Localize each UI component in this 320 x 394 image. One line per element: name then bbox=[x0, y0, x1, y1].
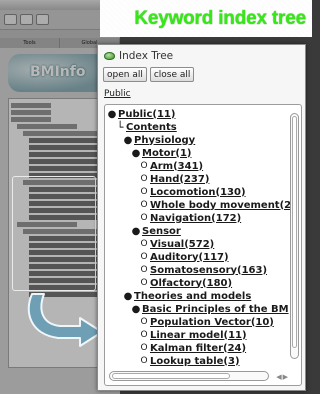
leaf-circle-icon: O bbox=[140, 278, 148, 288]
leaf-circle-icon: O bbox=[140, 252, 148, 262]
tree-node-label[interactable]: Theories and models bbox=[134, 291, 251, 302]
node-bullet-icon: ● bbox=[123, 134, 133, 146]
leaf-circle-icon: O bbox=[140, 356, 148, 366]
panel-header: Index Tree bbox=[98, 45, 305, 67]
tree-node-label[interactable]: Arm(341) bbox=[150, 161, 203, 172]
tree-node-label[interactable]: Physiology bbox=[134, 135, 195, 146]
node-bullet-icon: ● bbox=[131, 225, 141, 237]
forward-icon bbox=[20, 14, 33, 25]
panel-title: Index Tree bbox=[119, 50, 174, 62]
highlight-frame bbox=[12, 176, 96, 291]
reload-icon bbox=[36, 14, 49, 25]
tree-node[interactable]: ● Basic Principles of the BM bbox=[131, 302, 289, 316]
open-all-button[interactable]: open all bbox=[103, 67, 147, 82]
tree-node-label[interactable]: Auditory(117) bbox=[150, 252, 229, 263]
index-tree-panel: Index Tree open all close all Public ● P… bbox=[97, 44, 306, 391]
tree-node[interactable]: ● Theories and models bbox=[123, 289, 252, 303]
leaf-circle-icon: O bbox=[140, 200, 148, 210]
tree-node[interactable]: O Linear model(11) bbox=[139, 328, 247, 342]
banner-title: Keyword index tree bbox=[134, 8, 306, 29]
tree-node[interactable]: O Auditory(117) bbox=[139, 250, 229, 264]
tree-node-label[interactable]: Sensor bbox=[142, 226, 181, 237]
leaf-circle-icon: O bbox=[140, 187, 148, 197]
back-icon bbox=[4, 14, 17, 25]
tree-node[interactable]: O Locomotion(130) bbox=[139, 185, 246, 199]
vertical-scrollbar[interactable] bbox=[290, 113, 299, 359]
node-bullet-icon: ● bbox=[107, 108, 117, 120]
tree-node[interactable]: ● Sensor bbox=[131, 224, 181, 238]
leaf-circle-icon: O bbox=[140, 330, 148, 340]
tree-node[interactable]: O Population Vector(10) bbox=[139, 315, 274, 329]
tree-node[interactable]: O Olfactory(180) bbox=[139, 276, 232, 290]
tree-node[interactable]: O Visual(572) bbox=[139, 237, 214, 251]
tree-node[interactable]: O Kalman filter(24) bbox=[139, 341, 246, 355]
tree-list: ● Public(11) └ Contents ● Physiology ● M… bbox=[105, 105, 301, 367]
tree-node-label[interactable]: Motor(1) bbox=[142, 148, 192, 159]
tree-node[interactable]: O Navigation(172) bbox=[139, 211, 241, 225]
tree-node-label[interactable]: Basic Principles of the BM bbox=[142, 304, 289, 315]
tree-node-label[interactable]: Olfactory(180) bbox=[150, 278, 232, 289]
tree-node[interactable]: O Whole body movement(2 bbox=[139, 198, 291, 212]
leaf-circle-icon: O bbox=[140, 174, 148, 184]
tree-node-label[interactable]: Public(11) bbox=[118, 109, 175, 120]
node-bullet-icon: ● bbox=[131, 303, 141, 315]
tree-node-label[interactable]: Locomotion(130) bbox=[150, 187, 246, 198]
tree-node-label[interactable]: Hand(237) bbox=[150, 174, 209, 185]
tree-node-label[interactable]: Kalman filter(24) bbox=[150, 343, 246, 354]
leaf-circle-icon: O bbox=[140, 317, 148, 327]
tree-node-label[interactable]: Population Vector(10) bbox=[150, 317, 274, 328]
tree-node[interactable]: O Lookup table(3) bbox=[139, 354, 240, 367]
tree-node[interactable]: O Arm(341) bbox=[139, 159, 203, 173]
scroll-arrows-icon[interactable]: ◀▶ bbox=[276, 373, 289, 381]
tree-node-label[interactable]: Navigation(172) bbox=[150, 213, 241, 224]
node-bullet-icon: ● bbox=[123, 290, 133, 302]
tree-branch-icon: └ bbox=[116, 120, 124, 134]
breadcrumb-public[interactable]: Public bbox=[98, 83, 305, 101]
caption-banner: Keyword index tree bbox=[100, 0, 312, 37]
leaf-circle-icon: O bbox=[140, 161, 148, 171]
tree-node[interactable]: ● Physiology bbox=[123, 133, 196, 147]
tree-node[interactable]: └ Contents bbox=[115, 120, 177, 134]
leaf-circle-icon: O bbox=[140, 265, 148, 275]
tree-node-label[interactable]: Somatosensory(163) bbox=[150, 265, 267, 276]
tree-node[interactable]: ● Motor(1) bbox=[131, 146, 192, 160]
tree-controls: open all close all bbox=[98, 67, 305, 83]
leaf-circle-icon: O bbox=[140, 213, 148, 223]
close-all-button[interactable]: close all bbox=[149, 67, 195, 82]
tree-node-label[interactable]: Linear model(11) bbox=[150, 330, 247, 341]
tree-node-label[interactable]: Visual(572) bbox=[150, 239, 214, 250]
node-bullet-icon: ● bbox=[131, 147, 141, 159]
tree-view: ● Public(11) └ Contents ● Physiology ● M… bbox=[104, 104, 302, 386]
bg-tab: Tools bbox=[0, 38, 60, 48]
tree-node-label[interactable]: Contents bbox=[126, 122, 177, 133]
tree-node[interactable]: O Hand(237) bbox=[139, 172, 209, 186]
gem-icon bbox=[104, 52, 115, 60]
vertical-scroll-thumb[interactable] bbox=[292, 116, 297, 348]
tree-node-label[interactable]: Whole body movement(2 bbox=[150, 200, 291, 211]
tree-node-label[interactable]: Lookup table(3) bbox=[150, 356, 240, 367]
leaf-circle-icon: O bbox=[140, 239, 148, 249]
horizontal-scrollbar[interactable] bbox=[109, 371, 269, 381]
tree-node[interactable]: ● Public(11) bbox=[107, 107, 176, 121]
horizontal-scroll-thumb[interactable] bbox=[112, 373, 230, 379]
leaf-circle-icon: O bbox=[140, 343, 148, 353]
tree-node[interactable]: O Somatosensory(163) bbox=[139, 263, 267, 277]
